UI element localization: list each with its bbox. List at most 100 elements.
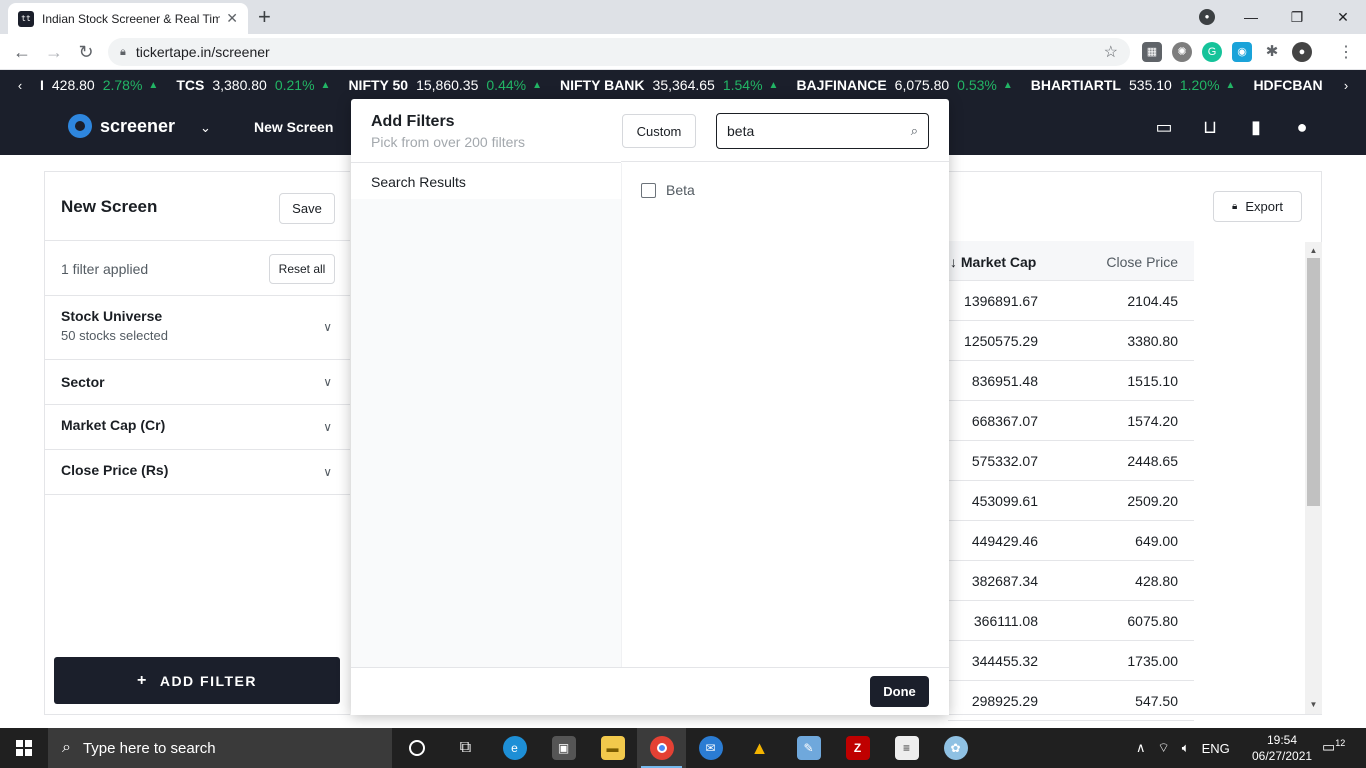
bookmark-star-icon[interactable]: ☆ <box>1104 42 1118 62</box>
volume-icon[interactable]: 🔈︎ <box>1182 740 1190 756</box>
language-indicator[interactable]: ENG <box>1202 741 1230 756</box>
filter-search-box[interactable]: ⌕ <box>716 113 929 149</box>
column-close-price[interactable]: Close Price <box>1106 254 1178 270</box>
ticker-item[interactable]: HDFCBAN <box>1253 77 1323 93</box>
edge-icon[interactable]: e <box>490 728 539 768</box>
header-icons: ▭ ⊔ ▮ ● <box>1152 116 1314 138</box>
custom-button[interactable]: Custom <box>622 114 696 148</box>
add-filter-button[interactable]: + ADD FILTER <box>54 657 340 704</box>
screener-logo[interactable]: screener <box>68 114 175 138</box>
maximize-button[interactable]: ❐ <box>1274 9 1320 26</box>
ticker-item[interactable]: TCS 3,380.80 0.21% ▲ <box>176 77 330 93</box>
done-button[interactable]: Done <box>870 676 929 707</box>
profile-icon[interactable]: ● <box>1199 9 1215 25</box>
search-results-tab[interactable]: Search Results <box>371 174 466 190</box>
save-button[interactable]: Save <box>279 193 335 224</box>
chevron-left-icon[interactable]: ‹ <box>0 78 40 93</box>
filter-market-cap[interactable]: Market Cap (Cr) ∨ <box>45 405 350 450</box>
drive-icon[interactable]: ▲ <box>735 728 784 768</box>
minimize-button[interactable]: — <box>1228 9 1274 25</box>
add-filters-modal: Add Filters Pick from over 200 filters S… <box>351 99 949 715</box>
chevron-down-icon: ∨ <box>323 320 332 334</box>
taskbar-search-placeholder: Type here to search <box>82 739 216 757</box>
cortana-icon[interactable] <box>392 728 441 768</box>
ticker-item[interactable]: BHARTIARTL 535.10 1.20% ▲ <box>1031 77 1236 93</box>
list-item[interactable]: Beta <box>641 182 695 198</box>
taskbar-search[interactable]: ⌕ Type here to search <box>48 728 392 768</box>
ticker-item[interactable]: NIFTY 50 15,860.35 0.44% ▲ <box>348 77 542 93</box>
filter-stock-universe[interactable]: Stock Universe 50 stocks selected ∨ <box>45 296 350 360</box>
table-row[interactable]: 836951.48 1515.10 <box>948 361 1194 401</box>
notes-icon[interactable]: ✎ <box>784 728 833 768</box>
filter-sector[interactable]: Sector ∨ <box>45 360 350 405</box>
paint-icon[interactable]: ✿ <box>931 728 980 768</box>
table-row[interactable]: 366111.08 6075.80 <box>948 601 1194 641</box>
cell-market-cap: 575332.07 <box>971 453 1038 469</box>
wifi-icon[interactable]: ⌔ <box>1158 740 1170 756</box>
grammarly-icon[interactable]: G <box>1202 42 1222 62</box>
table-row[interactable]: 344455.32 1735.00 <box>948 641 1194 681</box>
wallet-icon[interactable]: ▭ <box>1152 116 1176 138</box>
filezilla-icon[interactable]: Z <box>833 728 882 768</box>
search-input[interactable] <box>727 123 911 139</box>
puzzle-icon[interactable]: ✱ <box>1262 42 1282 62</box>
filter-close-price[interactable]: Close Price (Rs) ∨ <box>45 450 350 495</box>
chevron-right-icon[interactable]: › <box>1326 78 1366 93</box>
reload-icon[interactable]: ↻ <box>74 40 98 64</box>
ticker-item[interactable]: NIFTY BANK 35,364.65 1.54% ▲ <box>560 77 778 93</box>
reset-all-button[interactable]: Reset all <box>269 254 335 284</box>
plus-icon: + <box>136 671 148 689</box>
file-explorer-icon[interactable]: ▬ <box>588 728 637 768</box>
document-icon[interactable]: ≡ <box>882 728 931 768</box>
start-button[interactable] <box>0 728 48 768</box>
address-bar[interactable]: 🔒︎ tickertape.in/screener ☆ <box>108 38 1130 66</box>
modal-footer: Done <box>351 667 949 715</box>
close-window-button[interactable]: ✕ <box>1320 9 1366 26</box>
browser-tab[interactable]: tt Indian Stock Screener & Real Tim ✕ <box>8 3 248 34</box>
table-row[interactable]: 1250575.29 3380.80 <box>948 321 1194 361</box>
settings-extension-icon[interactable]: ✺ <box>1172 42 1192 62</box>
new-tab-button[interactable]: + <box>258 5 271 29</box>
notification-icon[interactable]: ▭12 <box>1322 738 1345 756</box>
search-icon: ⌕ <box>62 739 71 756</box>
mail-icon[interactable]: ✉ <box>686 728 735 768</box>
modal-title: Add Filters <box>371 113 455 130</box>
table-row[interactable]: 298925.29 547.50 <box>948 681 1194 721</box>
basket-icon[interactable]: ⊔ <box>1198 116 1222 138</box>
chrome-icon[interactable] <box>637 728 686 768</box>
extension-icon[interactable]: ▦ <box>1142 42 1162 62</box>
avatar[interactable]: ● <box>1292 42 1312 62</box>
nav-new-screen[interactable]: New Screen <box>254 119 333 135</box>
ticker-item[interactable]: BAJFINANCE 6,075.80 0.53% ▲ <box>796 77 1012 93</box>
task-view-icon[interactable]: ⧉ <box>441 728 490 768</box>
triangle-up-icon: ▲ <box>320 79 331 91</box>
search-icon[interactable]: ⌕ <box>911 123 918 139</box>
ticker-item[interactable]: I 428.80 2.78% ▲ <box>40 77 158 93</box>
table-row[interactable]: 668367.07 1574.20 <box>948 401 1194 441</box>
lock-icon: 🔒︎ <box>120 45 126 58</box>
table-row[interactable]: 449429.46 649.00 <box>948 521 1194 561</box>
more-menu-icon[interactable]: ⋮ <box>1338 42 1354 62</box>
column-market-cap[interactable]: ↓ Market Cap <box>950 254 1036 270</box>
page-title: New Screen <box>61 197 158 216</box>
export-button[interactable]: 🔒︎ Export <box>1213 191 1302 222</box>
close-icon[interactable]: ✕ <box>226 10 238 27</box>
scroll-thumb[interactable] <box>1307 258 1320 506</box>
table-row[interactable]: 453099.61 2509.20 <box>948 481 1194 521</box>
table-row[interactable]: 575332.07 2448.65 <box>948 441 1194 481</box>
cell-close-price: 3380.80 <box>1127 333 1178 349</box>
table-row[interactable]: 1396891.67 2104.45 <box>948 281 1194 321</box>
scroll-down-icon[interactable]: ▼ <box>1307 700 1320 709</box>
clock[interactable]: 19:54 06/27/2021 <box>1252 732 1312 764</box>
chevron-up-icon[interactable]: ∧ <box>1136 740 1146 756</box>
back-icon[interactable]: ← <box>10 40 34 64</box>
store-icon[interactable]: ▣ <box>539 728 588 768</box>
user-icon[interactable]: ● <box>1290 116 1314 138</box>
bookmark-icon[interactable]: ▮ <box>1244 116 1268 138</box>
checkbox[interactable] <box>641 182 656 198</box>
chevron-down-icon[interactable]: ⌄ <box>200 120 211 136</box>
forward-icon[interactable]: → <box>42 40 66 64</box>
scroll-up-icon[interactable]: ▲ <box>1307 246 1320 255</box>
table-row[interactable]: 382687.34 428.80 <box>948 561 1194 601</box>
screenshot-extension-icon[interactable]: ◉ <box>1232 42 1252 62</box>
